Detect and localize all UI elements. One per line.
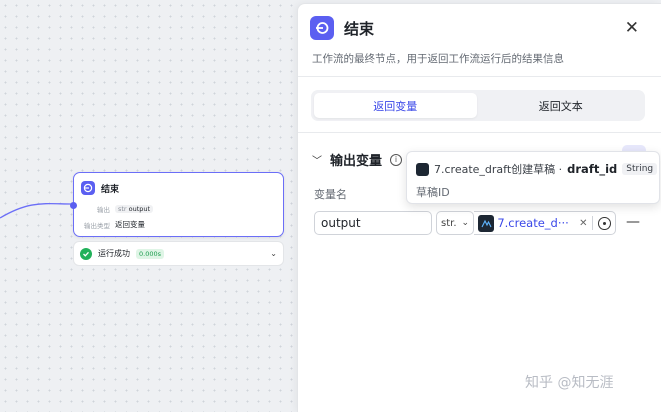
variable-type-select[interactable]: str. ⌄ (436, 211, 474, 235)
tooltip-type-badge: String (622, 163, 658, 175)
chevron-down-icon: ⌄ (461, 218, 469, 228)
mode-label: 输出类型 (84, 221, 110, 230)
run-status-bar[interactable]: 运行成功 0.000s ⌄ (73, 241, 284, 266)
minus-icon[interactable]: — (626, 214, 640, 230)
section-title: 输出变量 (330, 154, 383, 169)
chevron-down-icon[interactable]: ⌄ (270, 249, 277, 258)
reference-value: 7.create_d··· (497, 216, 569, 230)
tooltip-row: 7.create_draft创建草稿 · draft_id String (416, 161, 658, 177)
node-config-panel: 结束 ✕ 工作流的最终节点，用于返回工作流运行后的结果信息 返回变量 返回文本 … (297, 3, 661, 412)
node-header: 结束 (81, 180, 119, 196)
input-port[interactable] (70, 202, 77, 209)
watermark: 知乎 @知无涯 (525, 375, 614, 391)
panel-description: 工作流的最终节点，用于返回工作流运行后的结果信息 (312, 53, 564, 65)
plugin-logo-icon (478, 214, 495, 232)
return-mode-tabs: 返回变量 返回文本 (311, 90, 645, 121)
output-section-header[interactable]: ﹀ 输出变量 i (312, 150, 403, 169)
variable-tooltip: 7.create_draft创建草稿 · draft_id String 草稿I… (406, 151, 660, 204)
reference-separator (592, 216, 594, 230)
output-tag: str output (115, 205, 154, 213)
tab-return-variable[interactable]: 返回变量 (314, 93, 477, 118)
header-divider (298, 76, 661, 77)
tab-return-text[interactable]: 返回文本 (480, 93, 643, 118)
variable-reference-field[interactable]: 7.create_d··· ✕ (474, 211, 616, 235)
section-divider (298, 132, 661, 133)
node-output-row: 输出 str output (82, 204, 154, 214)
plugin-logo-icon (416, 162, 429, 176)
variable-name-input[interactable]: output (314, 211, 432, 235)
chevron-down-icon[interactable]: ﹀ (312, 152, 322, 167)
run-time-badge: 0.000s (136, 248, 164, 259)
connection-edge (0, 202, 74, 219)
target-icon[interactable] (598, 216, 611, 230)
end-node[interactable]: 结束 输出 str output 输出类型 返回变量 (70, 172, 284, 237)
panel-header: 结束 (310, 16, 374, 40)
node-title: 结束 (101, 184, 120, 195)
end-node-icon (81, 181, 95, 195)
mode-value: 返回变量 (115, 220, 145, 229)
end-node-icon (310, 16, 334, 40)
run-status-label: 运行成功 (98, 249, 130, 258)
node-mode-row: 输出类型 返回变量 (82, 219, 145, 230)
clear-reference-icon[interactable]: ✕ (579, 218, 587, 229)
tooltip-variable: draft_id (567, 162, 618, 176)
info-icon[interactable]: i (390, 153, 403, 166)
panel-title: 结束 (344, 19, 375, 38)
output-label: 输出 (97, 206, 110, 214)
close-icon[interactable]: ✕ (625, 18, 639, 38)
check-icon (80, 247, 92, 260)
variable-name-column-label: 变量名 (314, 188, 347, 201)
tooltip-path: 7.create_draft创建草稿 · (434, 163, 563, 176)
tooltip-description: 草稿ID (416, 186, 450, 199)
